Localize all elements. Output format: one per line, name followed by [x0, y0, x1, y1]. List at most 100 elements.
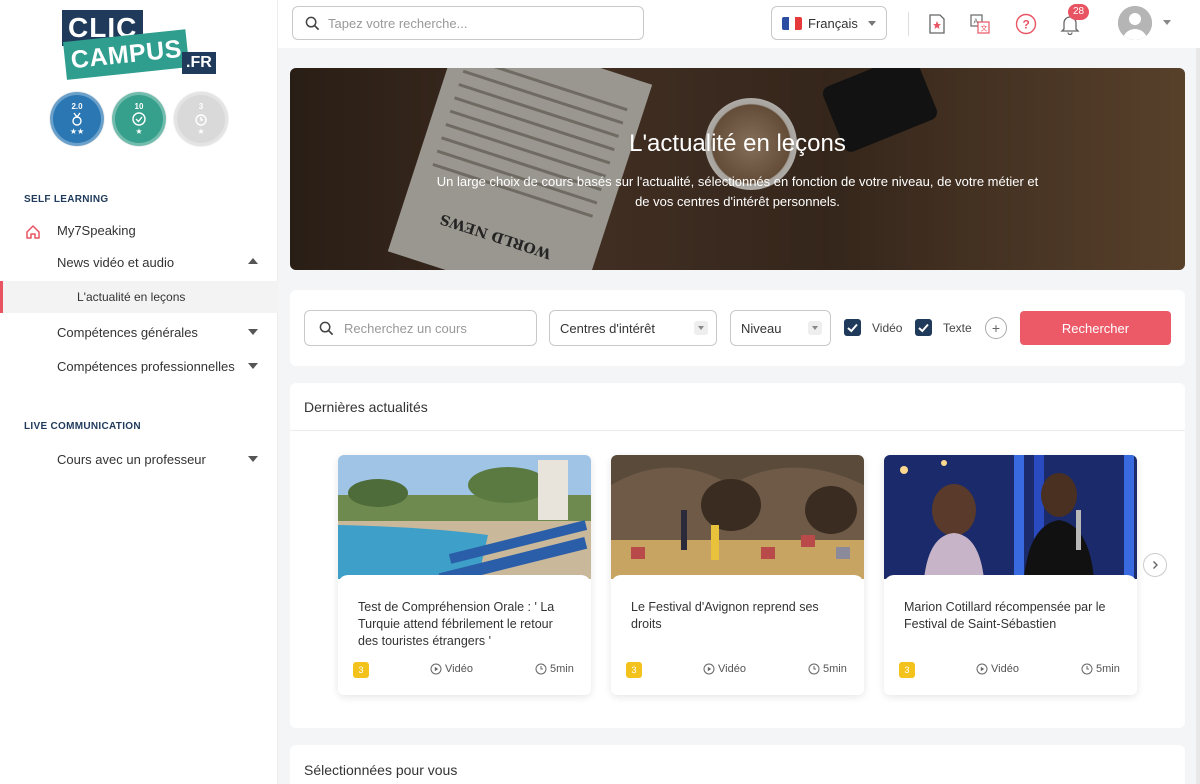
play-circle-icon — [430, 663, 442, 675]
achievement-badges: 2.0 ★★ 10 ★ 3 ★ — [50, 92, 228, 146]
chevron-down-icon — [248, 329, 258, 335]
chevron-down-icon — [808, 321, 822, 335]
hero-banner: WORLD NEWS L'actualité en leçons Un larg… — [290, 68, 1185, 270]
news-card[interactable]: Test de Compréhension Orale : ' La Turqu… — [338, 455, 591, 695]
course-search-box[interactable] — [304, 310, 537, 346]
badge-streak[interactable]: 3 ★ — [174, 92, 228, 146]
badge-star: ★ — [135, 127, 143, 136]
topbar: Français A文 ? 28 — [278, 0, 1200, 48]
sidebar-item-label: Compétences professionnelles — [57, 359, 235, 374]
user-icon — [1118, 6, 1152, 40]
award-ceremony-thumbnail — [884, 455, 1137, 579]
chevron-down-icon — [248, 456, 258, 462]
news-card[interactable]: Le Festival d'Avignon reprend ses droits… — [611, 455, 864, 695]
medal-icon — [72, 112, 82, 126]
notification-count-badge: 28 — [1068, 4, 1090, 20]
text-checkbox-label: Texte — [943, 321, 972, 335]
chevron-down-icon — [867, 20, 876, 26]
duration: 5min — [808, 663, 847, 675]
hero-title: L'actualité en leçons — [629, 130, 846, 157]
interests-select[interactable]: Centres d'intérêt — [549, 310, 717, 346]
badge-star: ★ — [197, 127, 205, 136]
news-card-title: Marion Cotillard récompensée par le Fest… — [904, 600, 1106, 631]
pool-resort-thumbnail — [338, 455, 591, 579]
duration-label: 5min — [550, 663, 574, 675]
media-type: Vidéo — [976, 663, 1019, 675]
chevron-down-icon — [694, 321, 708, 335]
section-live-communication: LIVE COMMUNICATION — [24, 421, 141, 432]
news-card-title: Test de Compréhension Orale : ' La Turqu… — [358, 600, 555, 648]
search-button[interactable]: Rechercher — [1020, 311, 1171, 345]
language-selector[interactable]: Français — [771, 6, 887, 40]
sidebar-item-actualite-lecons[interactable]: L'actualité en leçons — [0, 281, 278, 313]
global-search-input[interactable] — [328, 15, 608, 31]
help-icon: ? — [1015, 13, 1037, 35]
media-type-label: Vidéo — [991, 663, 1019, 675]
more-filters-button[interactable]: + — [985, 317, 1007, 339]
svg-text:?: ? — [1023, 18, 1030, 32]
level-badge: 3 — [626, 662, 642, 678]
course-search-input[interactable] — [344, 320, 524, 336]
france-flag-icon — [782, 16, 802, 30]
checkmark-icon — [918, 323, 929, 333]
badge-level-value: 2.0 — [71, 102, 83, 111]
clic-campus-logo[interactable]: CLIC CAMPUS .FR — [60, 10, 220, 88]
clock-icon — [1081, 663, 1093, 675]
sidebar-item-label: L'actualité en leçons — [77, 290, 186, 304]
translate-button[interactable]: A文 — [968, 12, 992, 36]
media-type: Vidéo — [430, 663, 473, 675]
sidebar-item-label: My7Speaking — [57, 223, 136, 238]
section-heading: Dernières actualités — [304, 399, 428, 415]
favorites-button[interactable] — [925, 12, 949, 36]
interests-select-label: Centres d'intérêt — [560, 320, 655, 336]
level-select-label: Niveau — [741, 320, 782, 336]
selected-for-you-section: Sélectionnées pour vous — [290, 745, 1185, 784]
checkmark-icon — [847, 323, 858, 333]
sidebar-item-label: News vidéo et audio — [57, 255, 175, 270]
level-select[interactable]: Niveau — [730, 310, 831, 346]
media-type-label: Vidéo — [718, 663, 746, 675]
badge-level[interactable]: 2.0 ★★ — [50, 92, 104, 146]
check-badge-icon — [132, 112, 146, 126]
play-circle-icon — [976, 663, 988, 675]
carousel-next-button[interactable] — [1143, 553, 1167, 577]
play-circle-icon — [703, 663, 715, 675]
chevron-up-icon — [248, 258, 258, 264]
sidebar-item-my7speaking[interactable]: My7Speaking — [0, 215, 278, 247]
duration-label: 5min — [823, 663, 847, 675]
hero-overlay — [290, 68, 1185, 270]
translate-icon: A文 — [970, 14, 990, 34]
help-button[interactable]: ? — [1014, 12, 1038, 36]
section-self-learning: SELF LEARNING — [24, 194, 109, 205]
global-search-box[interactable] — [292, 6, 644, 40]
video-checkbox-label: Vidéo — [872, 321, 903, 335]
clock-icon — [535, 663, 547, 675]
sidebar-item-competences-professionnelles[interactable]: Compétences professionnelles — [0, 351, 278, 383]
divider — [908, 12, 909, 36]
news-card-body: Marion Cotillard récompensée par le Fest… — [884, 575, 1137, 695]
chevron-right-icon — [1153, 561, 1158, 569]
sidebar-item-label: Compétences générales — [57, 325, 198, 340]
badge-lessons-value: 10 — [134, 102, 144, 111]
video-checkbox[interactable] — [844, 319, 861, 336]
news-card-body: Test de Compréhension Orale : ' La Turqu… — [338, 575, 591, 695]
sidebar-item-cours-professeur[interactable]: Cours avec un professeur — [0, 444, 278, 476]
festival-stage-thumbnail — [611, 455, 864, 579]
duration-label: 5min — [1096, 663, 1120, 675]
svg-text:文: 文 — [981, 24, 988, 33]
duration: 5min — [535, 663, 574, 675]
sidebar-item-competences-generales[interactable]: Compétences générales — [0, 317, 278, 349]
chevron-down-icon[interactable] — [1163, 20, 1171, 25]
badge-lessons[interactable]: 10 ★ — [112, 92, 166, 146]
chevron-down-icon — [248, 363, 258, 369]
duration: 5min — [1081, 663, 1120, 675]
sidebar-item-news-video-audio[interactable]: News vidéo et audio — [0, 247, 278, 279]
avatar[interactable] — [1118, 6, 1152, 40]
logo-text-fr: .FR — [182, 52, 216, 74]
latest-news-section: Dernières actualités Test de Compréhensi… — [290, 383, 1185, 728]
news-card[interactable]: Marion Cotillard récompensée par le Fest… — [884, 455, 1137, 695]
level-badge: 3 — [899, 662, 915, 678]
divider — [290, 430, 1185, 431]
text-checkbox[interactable] — [915, 319, 932, 336]
scrollbar[interactable] — [1196, 48, 1200, 784]
